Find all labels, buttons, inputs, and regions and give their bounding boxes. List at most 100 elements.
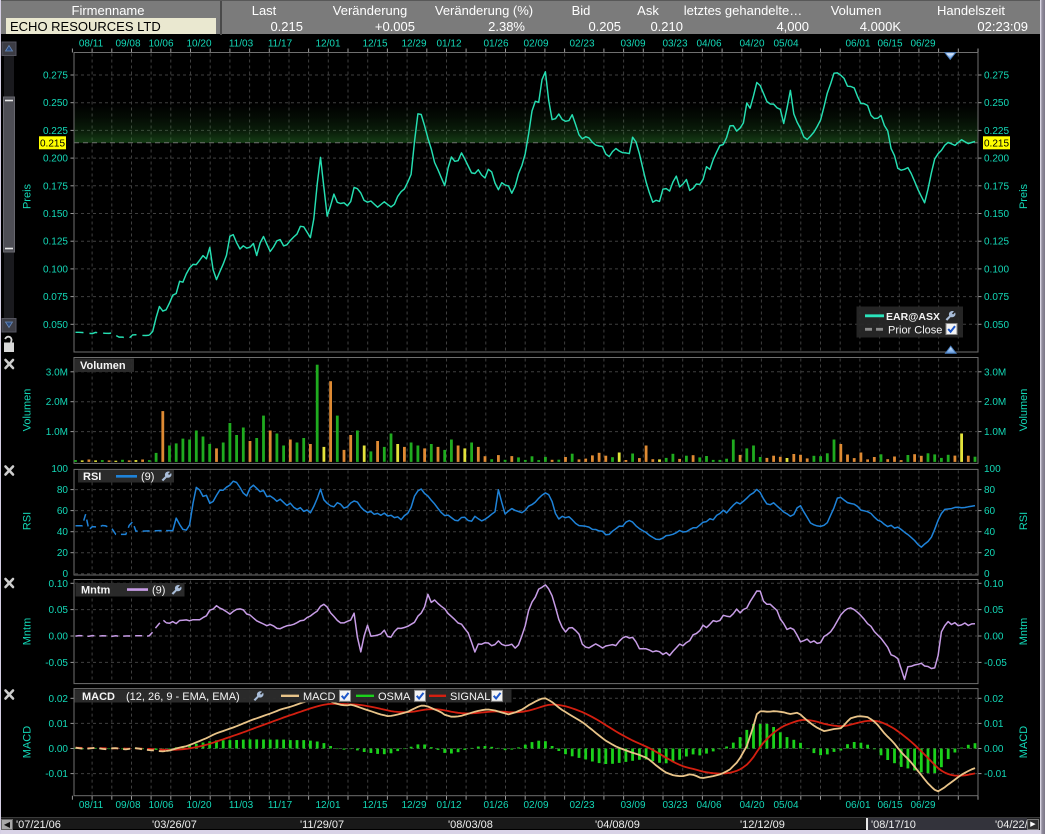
svg-text:Volumen: Volumen (1018, 389, 1030, 432)
svg-text:06/01: 06/01 (845, 39, 870, 50)
svg-text:02/23: 02/23 (569, 800, 594, 811)
svg-text:3.0M: 3.0M (46, 367, 68, 378)
svg-text:02/09: 02/09 (523, 800, 548, 811)
svg-text:06/15: 06/15 (877, 800, 902, 811)
svg-text:0.075: 0.075 (43, 292, 68, 303)
svg-text:11/03: 11/03 (229, 800, 254, 811)
svg-text:09/08: 09/08 (115, 800, 140, 811)
svg-text:08/11: 08/11 (79, 39, 104, 50)
svg-text:MACD: MACD (22, 726, 34, 758)
svg-text:40: 40 (984, 527, 996, 538)
svg-text:80: 80 (57, 485, 69, 496)
svg-text:0.215: 0.215 (984, 138, 1009, 149)
svg-text:0.275: 0.275 (43, 71, 68, 82)
svg-text:0.225: 0.225 (43, 126, 68, 137)
svg-text:0.200: 0.200 (43, 154, 68, 165)
svg-text:05/04: 05/04 (773, 39, 798, 50)
svg-text:10/20: 10/20 (186, 800, 211, 811)
svg-text:80: 80 (984, 485, 996, 496)
svg-text:0.01: 0.01 (49, 719, 69, 730)
svg-text:RSI: RSI (1018, 512, 1030, 530)
svg-text:01/26: 01/26 (483, 39, 508, 50)
svg-text:0.10: 0.10 (49, 579, 69, 590)
svg-text:02/09: 02/09 (523, 39, 548, 50)
svg-text:SIGNAL: SIGNAL (450, 691, 490, 703)
svg-text:0.175: 0.175 (43, 181, 68, 192)
svg-text:12/15: 12/15 (362, 39, 387, 50)
svg-text:(12, 26, 9 - EMA, EMA): (12, 26, 9 - EMA, EMA) (126, 691, 240, 703)
svg-text:60: 60 (984, 506, 996, 517)
svg-text:0.00: 0.00 (49, 744, 69, 755)
svg-text:0.05: 0.05 (49, 605, 69, 616)
svg-text:Prior Close: Prior Close (888, 324, 942, 336)
svg-text:100: 100 (51, 464, 68, 475)
svg-text:20: 20 (984, 548, 996, 559)
svg-text:1.0M: 1.0M (46, 427, 68, 438)
svg-text:0.200: 0.200 (984, 154, 1009, 165)
svg-text:0.250: 0.250 (984, 98, 1009, 109)
svg-text:0.225: 0.225 (984, 126, 1009, 137)
svg-text:12/01: 12/01 (315, 800, 340, 811)
svg-text:10/06: 10/06 (148, 800, 173, 811)
svg-text:-0.01: -0.01 (45, 769, 68, 780)
svg-text:OSMA: OSMA (378, 691, 411, 703)
svg-text:11/17: 11/17 (268, 39, 293, 50)
svg-text:0.02: 0.02 (49, 694, 69, 705)
svg-text:EAR@ASX: EAR@ASX (886, 311, 940, 323)
svg-text:08/11: 08/11 (79, 800, 104, 811)
svg-text:MACD: MACD (1018, 726, 1030, 758)
svg-text:0.150: 0.150 (43, 209, 68, 220)
svg-text:04/20: 04/20 (739, 800, 764, 811)
svg-text:(9): (9) (152, 585, 165, 597)
svg-text:RSI: RSI (83, 471, 101, 483)
svg-text:06/29: 06/29 (910, 39, 935, 50)
svg-text:3.0M: 3.0M (984, 367, 1006, 378)
svg-text:Preis: Preis (1018, 183, 1030, 209)
svg-text:0.175: 0.175 (984, 181, 1009, 192)
svg-text:Mntm: Mntm (22, 618, 34, 646)
svg-text:0.050: 0.050 (43, 320, 68, 331)
svg-text:Volumen: Volumen (80, 360, 126, 372)
svg-text:20: 20 (57, 548, 69, 559)
svg-text:(9): (9) (141, 471, 154, 483)
svg-text:RSI: RSI (22, 512, 34, 530)
svg-text:60: 60 (57, 506, 69, 517)
svg-text:0.05: 0.05 (984, 605, 1004, 616)
svg-text:0.050: 0.050 (984, 320, 1009, 331)
svg-text:0.100: 0.100 (43, 264, 68, 275)
svg-text:0.02: 0.02 (984, 694, 1004, 705)
svg-text:0.150: 0.150 (984, 209, 1009, 220)
svg-text:-0.05: -0.05 (984, 658, 1007, 669)
svg-text:09/08: 09/08 (115, 39, 140, 50)
svg-text:04/06: 04/06 (696, 39, 721, 50)
svg-text:04/06: 04/06 (696, 800, 721, 811)
svg-text:Mntm: Mntm (81, 585, 111, 597)
svg-text:01/26: 01/26 (483, 800, 508, 811)
svg-text:04/20: 04/20 (739, 39, 764, 50)
svg-text:100: 100 (984, 464, 1001, 475)
svg-text:2.0M: 2.0M (46, 397, 68, 408)
svg-text:12/29: 12/29 (401, 39, 426, 50)
svg-text:01/12: 01/12 (436, 800, 461, 811)
svg-text:0.075: 0.075 (984, 292, 1009, 303)
svg-text:0.00: 0.00 (49, 632, 69, 643)
svg-text:-0.01: -0.01 (984, 769, 1007, 780)
svg-text:MACD: MACD (82, 691, 115, 703)
svg-text:12/15: 12/15 (362, 800, 387, 811)
svg-text:11/17: 11/17 (268, 800, 293, 811)
svg-text:12/01: 12/01 (315, 39, 340, 50)
svg-text:02/23: 02/23 (569, 39, 594, 50)
svg-text:0.10: 0.10 (984, 579, 1004, 590)
svg-text:03/23: 03/23 (662, 800, 687, 811)
svg-text:06/29: 06/29 (910, 800, 935, 811)
svg-text:Mntm: Mntm (1018, 618, 1030, 646)
svg-text:03/09: 03/09 (620, 39, 645, 50)
svg-text:0.00: 0.00 (984, 744, 1004, 755)
svg-text:0.250: 0.250 (43, 98, 68, 109)
svg-text:0.125: 0.125 (984, 237, 1009, 248)
svg-text:06/15: 06/15 (877, 39, 902, 50)
svg-text:1.0M: 1.0M (984, 427, 1006, 438)
svg-text:06/01: 06/01 (845, 800, 870, 811)
svg-text:11/03: 11/03 (229, 39, 254, 50)
svg-text:03/23: 03/23 (662, 39, 687, 50)
